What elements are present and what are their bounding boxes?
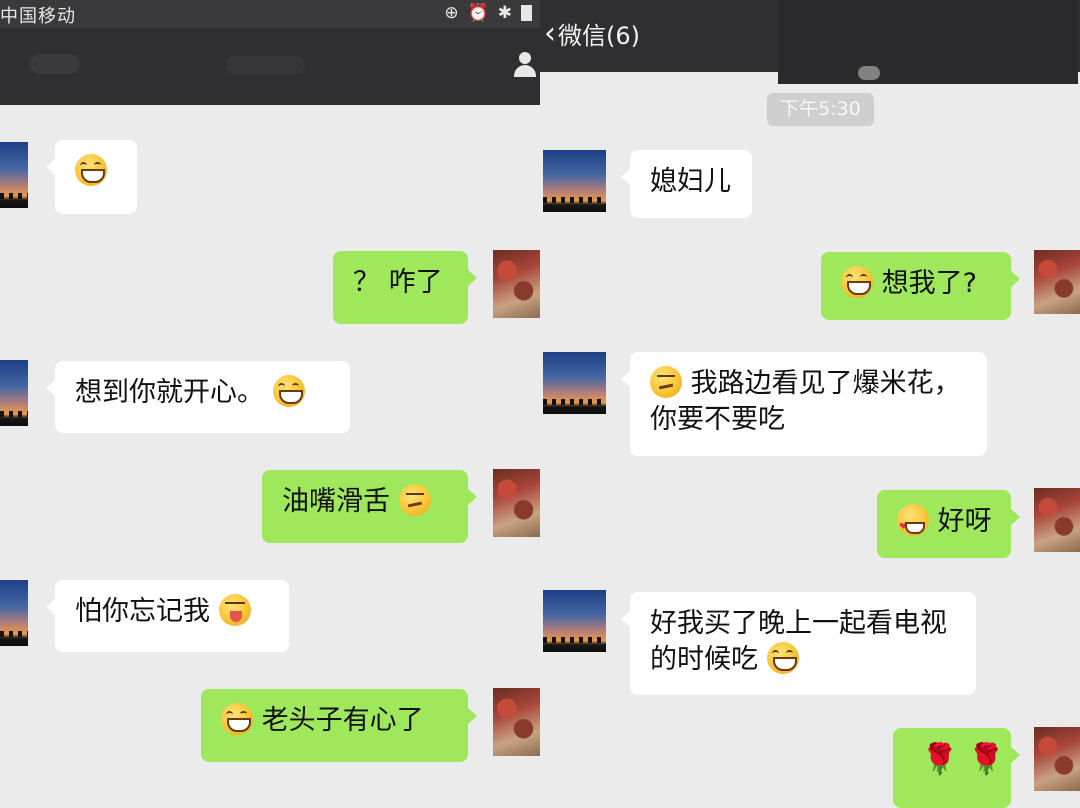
blurred-mark [858,66,880,80]
back-label: 微信(6) [558,22,640,50]
right-chat-screenshot: ‹ 微信(6) 下午5:30 媳妇儿 想我了? 我路边看见了爆米花，你要不要吃 … [540,0,1080,808]
user-avatar[interactable] [493,250,540,318]
message-bubble-outgoing[interactable]: 油嘴滑舌 [262,470,477,543]
heart-eyes-emoji-icon [897,504,929,545]
user-avatar[interactable] [1034,250,1080,314]
user-avatar[interactable] [1034,488,1080,552]
message-text: 想到你就开心。 [75,377,264,408]
contact-avatar[interactable] [543,352,606,414]
blurred-contact-name [778,0,1078,84]
message-text: 油嘴滑舌 [282,486,390,517]
message-bubble-outgoing[interactable]: 想我了? [821,252,1020,320]
left-chat-screenshot: 中国移动 ⊕ ⏰ ✱ ？ 咋了 想到你就开心。 油嘴滑舌 怕你忘记我 老头子有心… [0,0,540,808]
message-text: 好我买了晚上一起看电视的时候吃 [650,608,947,675]
message-bubble-incoming[interactable]: 我路边看见了爆米花，你要不要吃 [621,352,987,456]
contact-profile-icon[interactable] [514,52,536,78]
grin-emoji-icon [272,375,305,407]
message-text: 想我了? [881,268,977,299]
message-text: 我路边看见了爆米花，你要不要吃 [650,368,961,435]
timestamp-pill: 下午5:30 [767,93,874,126]
message-bubble-incoming[interactable]: 媳妇儿 [621,150,752,218]
message-text: 好呀 [937,506,992,537]
rotation-lock-icon: ⊕ [444,3,459,23]
wink-tongue-emoji-icon [218,594,251,626]
message-bubble-incoming[interactable]: 好我买了晚上一起看电视的时候吃 [621,592,976,695]
status-bar: 中国移动 ⊕ ⏰ ✱ [0,0,540,28]
chevron-left-icon: ‹ [544,15,556,51]
rose-emoji-icon: 🌹 🌹 [921,742,1006,777]
grin-emoji-icon [75,154,107,186]
message-text: 怕你忘记我 [75,596,210,627]
contact-avatar[interactable] [0,142,28,208]
message-text: 媳妇儿 [650,166,731,197]
user-avatar[interactable] [1034,727,1080,791]
message-bubble-outgoing[interactable]: 好呀 [877,490,1020,558]
message-bubble-outgoing[interactable]: 🌹 🌹 [893,728,1020,808]
contact-avatar[interactable] [0,360,28,426]
message-text: 老头子有心了 [261,705,424,736]
user-avatar[interactable] [493,469,540,537]
chat-header [0,28,540,105]
contact-avatar[interactable] [0,580,28,646]
message-bubble-outgoing[interactable]: ？ 咋了 [333,251,477,324]
message-text: ？ 咋了 [353,267,443,298]
contact-avatar[interactable] [543,150,606,212]
back-button[interactable]: ‹ 微信(6) [544,16,640,51]
bluetooth-icon: ✱ [497,3,512,23]
contact-avatar[interactable] [543,590,606,652]
user-avatar[interactable] [493,688,540,756]
blurred-contact-name [225,56,305,74]
alarm-icon: ⏰ [467,3,489,23]
grin-emoji-icon [766,642,799,674]
battery-icon [521,5,532,21]
carrier-name: 中国移动 [0,6,76,27]
grin-emoji-icon [221,703,253,735]
thinking-emoji-icon [398,484,431,516]
message-bubble-incoming[interactable]: 想到你就开心。 [46,361,350,433]
message-bubble-incoming[interactable]: 怕你忘记我 [46,580,289,652]
blurred-back-label [30,54,80,74]
message-bubble-incoming[interactable] [46,140,137,214]
status-icons: ⊕ ⏰ ✱ [444,3,532,23]
message-bubble-outgoing[interactable]: 老头子有心了 [201,689,477,762]
grin-emoji-icon [841,266,873,298]
thinking-emoji-icon [650,366,682,398]
